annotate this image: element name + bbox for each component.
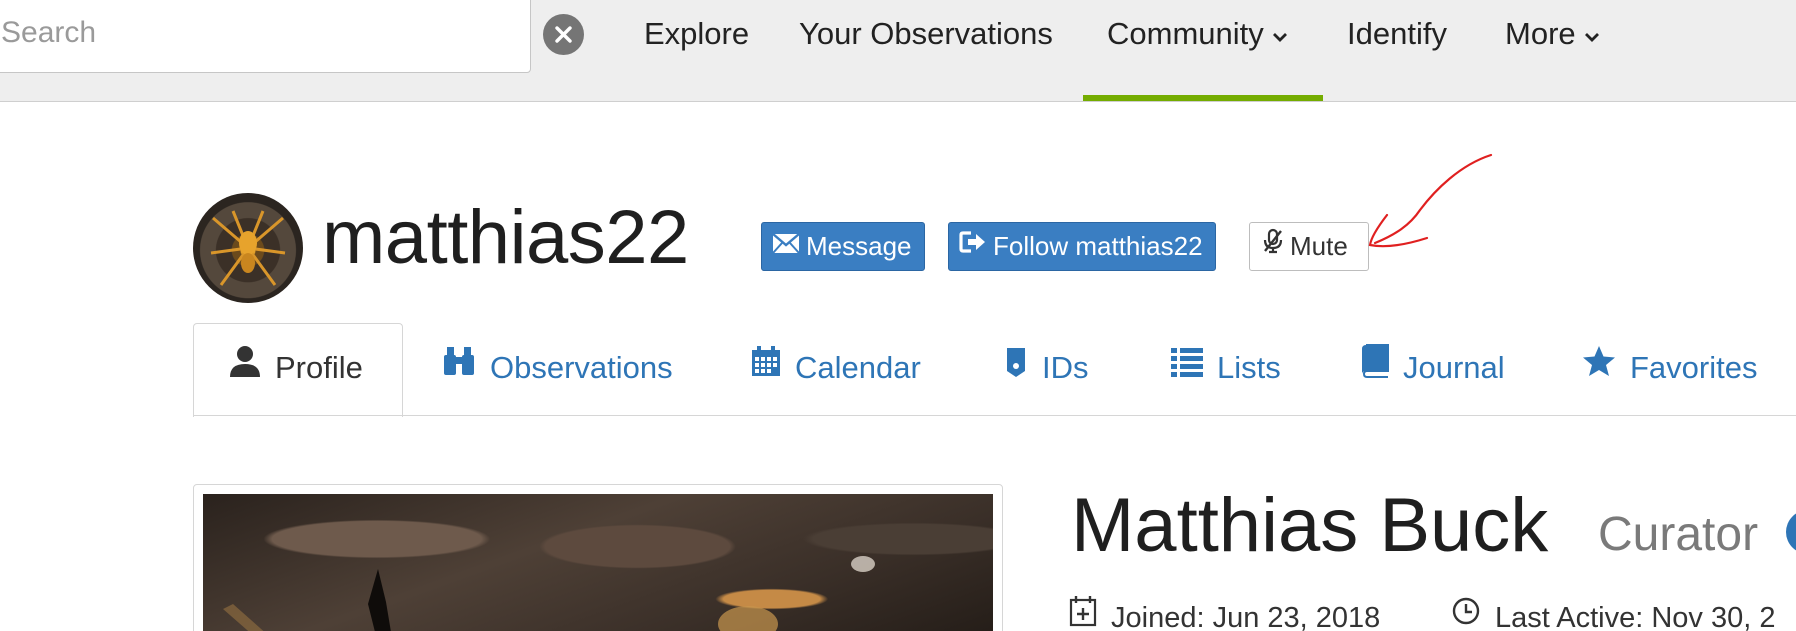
last-active-text: Last Active: Nov 30, 2 bbox=[1495, 602, 1776, 631]
close-icon bbox=[555, 26, 572, 43]
search-input[interactable] bbox=[1, 1, 521, 65]
avatar[interactable] bbox=[193, 193, 303, 303]
tab-lists[interactable]: Lists bbox=[1171, 346, 1281, 390]
last-active-date: Last Active: Nov 30, 2 bbox=[1451, 596, 1776, 631]
nav-identify[interactable]: Identify bbox=[1347, 12, 1447, 56]
tab-ids-label: IDs bbox=[1042, 350, 1089, 385]
tab-lists-label: Lists bbox=[1217, 350, 1281, 385]
clock-icon bbox=[1451, 596, 1481, 631]
nav-more[interactable]: More bbox=[1505, 12, 1600, 56]
follow-label: Follow matthias22 bbox=[993, 231, 1203, 261]
tab-journal-label: Journal bbox=[1403, 350, 1505, 385]
tab-calendar[interactable]: Calendar bbox=[751, 345, 921, 390]
star-icon bbox=[1582, 345, 1616, 389]
tab-favorites[interactable]: Favorites bbox=[1582, 345, 1758, 390]
nav-active-indicator bbox=[1083, 95, 1323, 101]
book-icon bbox=[1361, 343, 1389, 390]
profile-username: matthias22 bbox=[322, 195, 689, 280]
tab-favorites-label: Favorites bbox=[1630, 350, 1758, 385]
tab-observations[interactable]: Observations bbox=[442, 346, 673, 390]
tag-icon bbox=[1004, 344, 1028, 390]
nav-your-observations-label: Your Observations bbox=[799, 16, 1053, 51]
nav-more-label: More bbox=[1505, 16, 1576, 51]
search-box bbox=[0, 0, 531, 73]
chevron-down-icon bbox=[1584, 11, 1600, 55]
mute-label: Mute bbox=[1290, 231, 1348, 261]
tab-ids[interactable]: IDs bbox=[1004, 346, 1089, 390]
tab-journal[interactable]: Journal bbox=[1361, 343, 1505, 390]
tab-observations-label: Observations bbox=[490, 350, 673, 385]
message-label: Message bbox=[806, 231, 912, 261]
joined-date: Joined: Jun 23, 2018 bbox=[1069, 595, 1381, 631]
binoculars-icon bbox=[442, 345, 476, 389]
nav-community-label: Community bbox=[1107, 16, 1264, 51]
sign-out-icon bbox=[959, 222, 987, 269]
nav-your-observations[interactable]: Your Observations bbox=[799, 12, 1053, 56]
profile-photo[interactable] bbox=[203, 494, 993, 631]
list-icon bbox=[1171, 345, 1203, 389]
joined-text: Joined: Jun 23, 2018 bbox=[1111, 602, 1381, 631]
microphone-slash-icon bbox=[1262, 222, 1284, 269]
message-button[interactable]: Message bbox=[761, 222, 925, 271]
nav-explore[interactable]: Explore bbox=[644, 12, 749, 56]
clear-search-button[interactable] bbox=[543, 14, 584, 55]
role-badge: Curator bbox=[1598, 508, 1759, 561]
profile-full-name: Matthias Buck bbox=[1071, 483, 1549, 568]
tab-calendar-label: Calendar bbox=[795, 350, 921, 385]
tab-profile-label: Profile bbox=[275, 350, 363, 385]
person-icon bbox=[229, 344, 261, 390]
calendar-plus-icon bbox=[1069, 595, 1097, 631]
red-arrow-annotation bbox=[1368, 153, 1493, 248]
info-icon[interactable] bbox=[1786, 510, 1796, 554]
calendar-icon bbox=[751, 345, 781, 389]
follow-button[interactable]: Follow matthias22 bbox=[948, 222, 1216, 271]
chevron-down-icon bbox=[1272, 11, 1288, 55]
tabs-divider bbox=[193, 415, 1796, 416]
envelope-icon bbox=[772, 222, 800, 269]
tab-profile[interactable]: Profile bbox=[229, 344, 363, 390]
nav-identify-label: Identify bbox=[1347, 16, 1447, 51]
nav-community[interactable]: Community bbox=[1107, 12, 1288, 56]
mute-button[interactable]: Mute bbox=[1249, 222, 1369, 271]
nav-explore-label: Explore bbox=[644, 16, 750, 51]
top-nav: Explore Your Observations Community Iden… bbox=[0, 0, 1796, 102]
